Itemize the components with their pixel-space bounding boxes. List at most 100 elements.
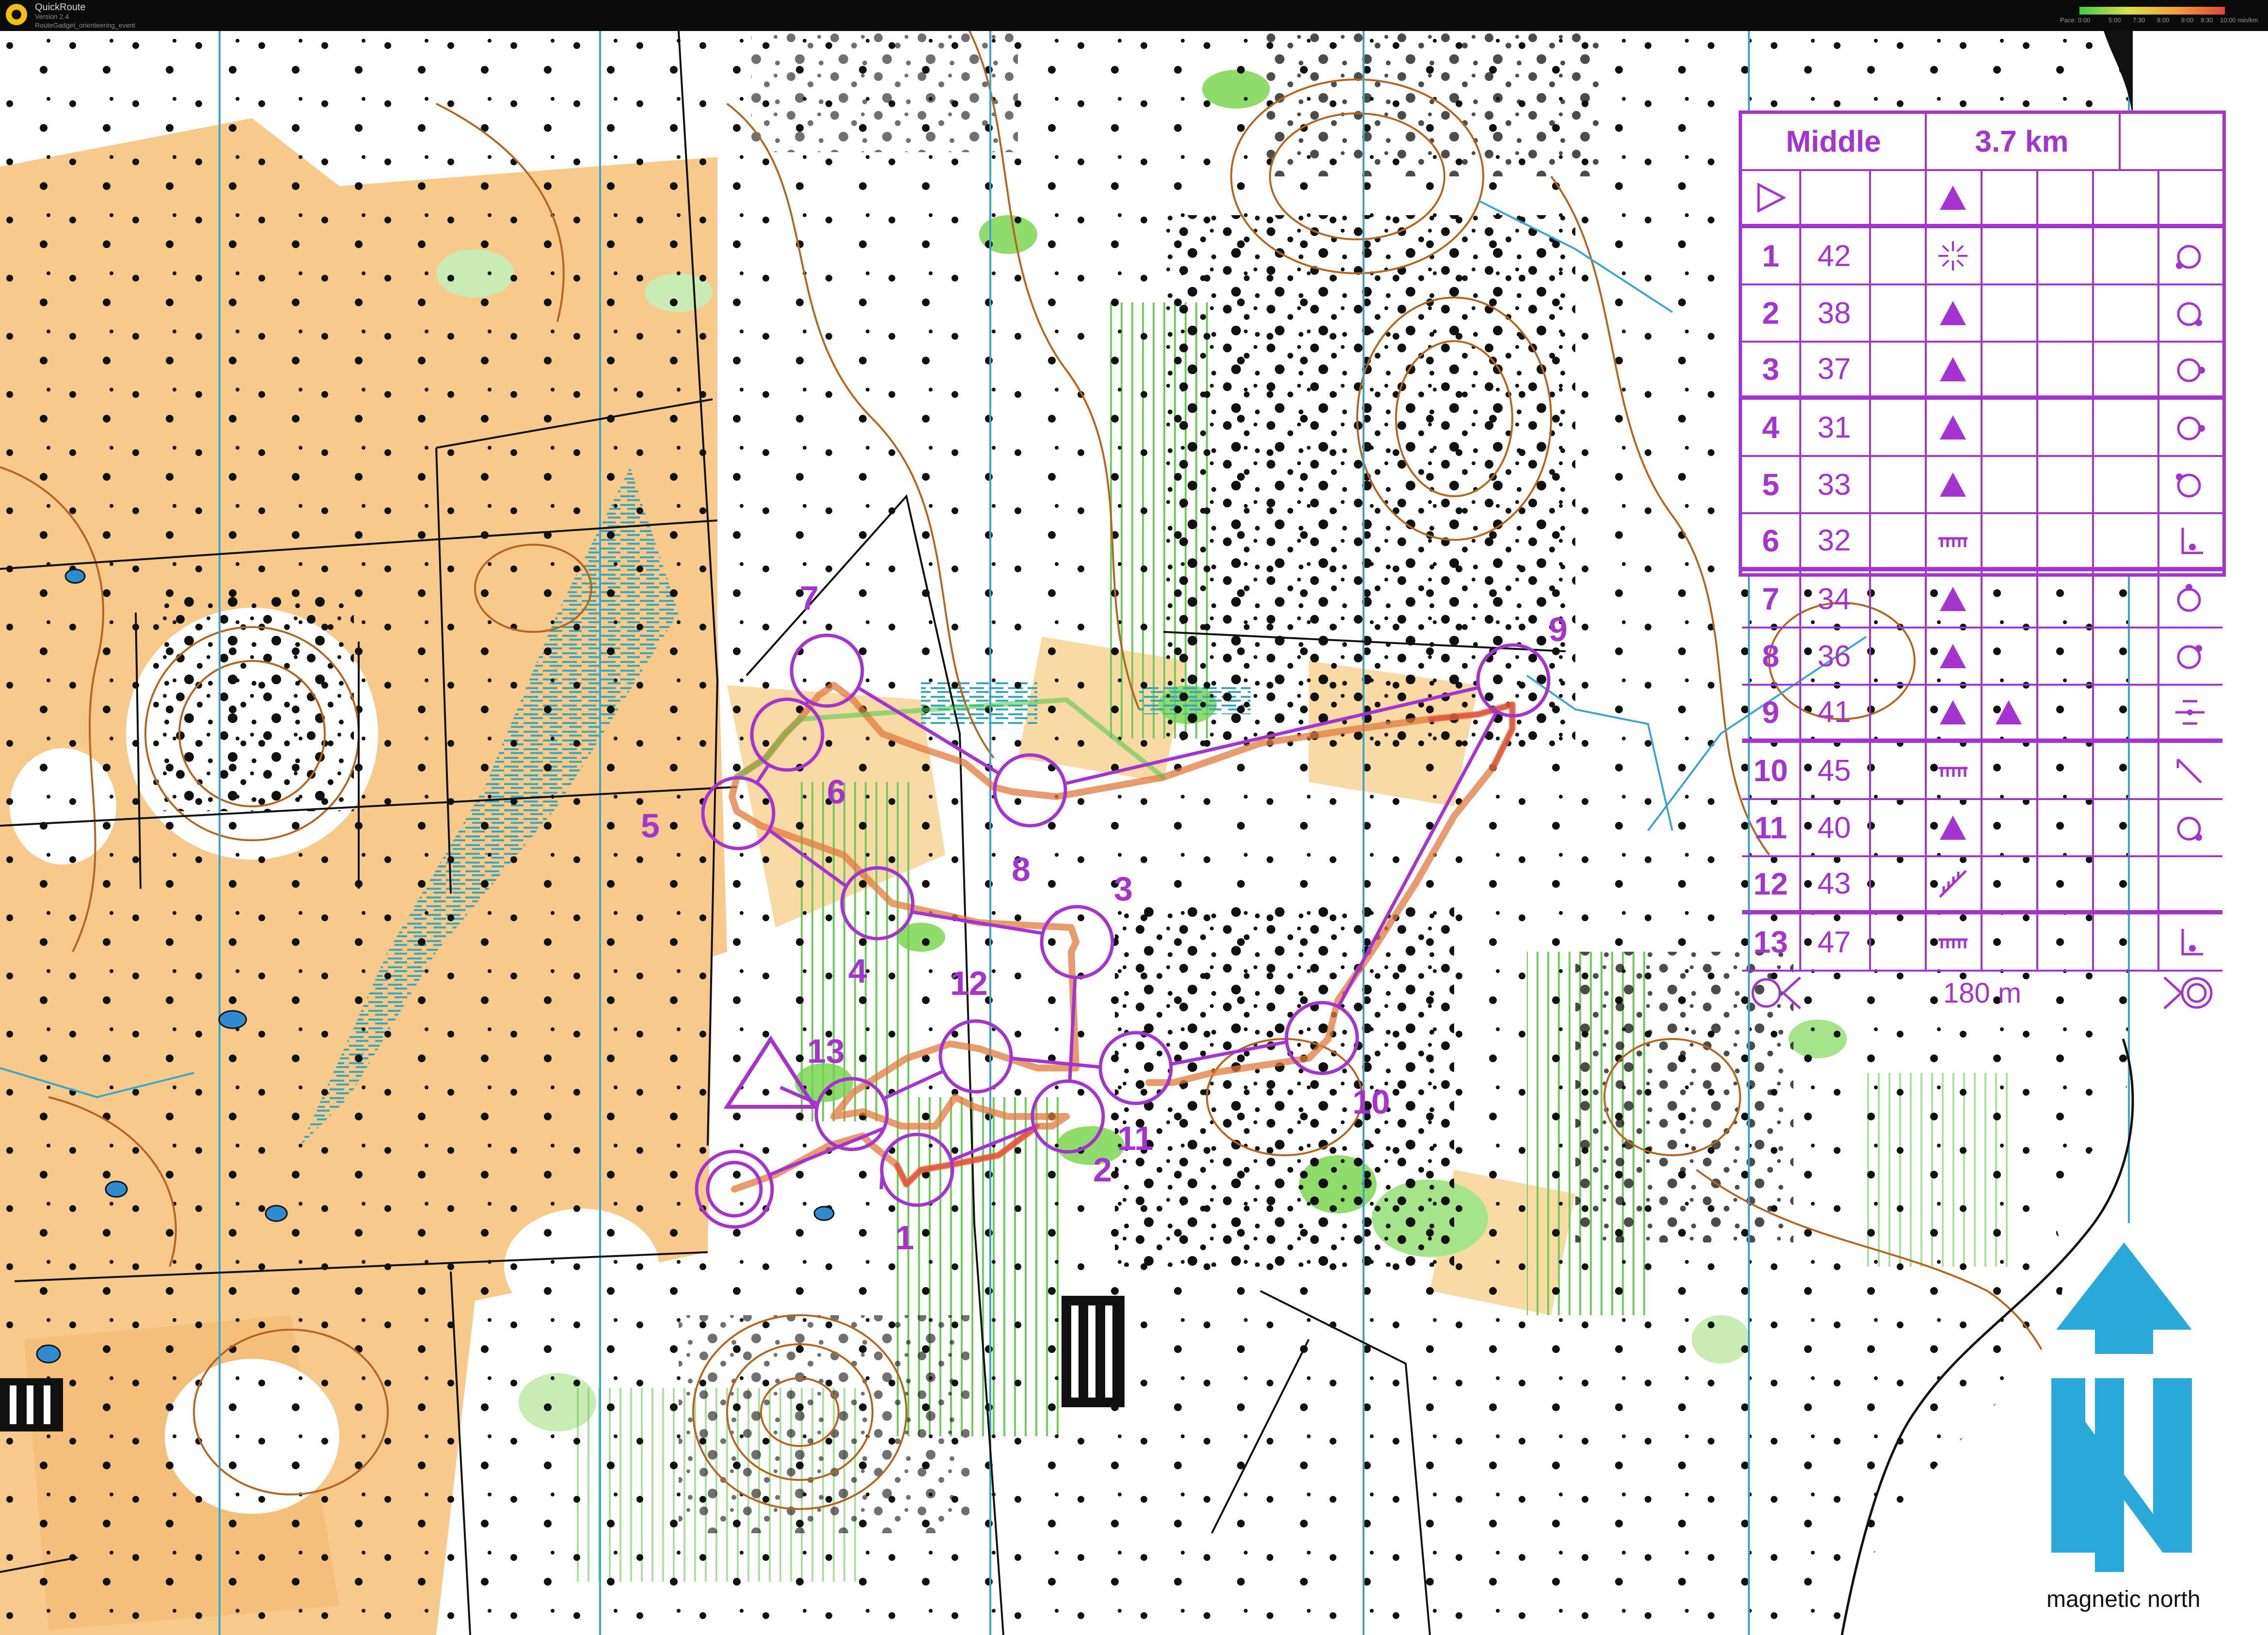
control-number: 2 xyxy=(1762,296,1779,330)
grid-line xyxy=(2092,914,2094,970)
grid-line xyxy=(1799,514,1801,567)
grid-line xyxy=(1925,800,1927,855)
grid-line xyxy=(2036,743,2038,798)
grid-line xyxy=(2036,228,2038,283)
grid-line xyxy=(2036,171,2038,224)
grid-line xyxy=(2036,457,2038,512)
grid-line xyxy=(1925,629,1927,684)
grid-line xyxy=(2092,343,2094,395)
grid-line xyxy=(1981,857,1983,910)
control-code: 42 xyxy=(1817,239,1851,273)
boulder-icon xyxy=(1925,457,1981,512)
control-label-9: 9 xyxy=(1549,611,1568,648)
grid-line xyxy=(1799,571,1801,627)
control-code: 36 xyxy=(1817,639,1851,673)
grid-line xyxy=(1925,457,1927,512)
app-name: QuickRoute xyxy=(35,2,86,13)
control-row-1: 1 42 xyxy=(1742,228,2222,285)
control-description-sheet: Middle 3.7 km 1 42 2 38 3 37 4 31 5 33 6 32 7 34 8 36 9 41 1… xyxy=(1739,110,2226,1009)
grid-line xyxy=(2036,800,2038,855)
grid-line xyxy=(2157,800,2159,855)
slope-icon xyxy=(1925,857,1981,910)
cliff-icon xyxy=(1925,914,1981,970)
boulder-ne-icon xyxy=(2157,629,2222,684)
control-row-4: 4 31 xyxy=(1742,400,2222,457)
control-number: 3 xyxy=(1762,351,1779,387)
grid-line xyxy=(2092,285,2094,341)
boulder-icon xyxy=(1925,343,1981,395)
grid-line xyxy=(1981,686,1983,739)
orienteering-map[interactable]: 1 2 3 4 5 6 7 8 9 10 11 12 13 Middle 3.7 … xyxy=(0,31,2268,1635)
control-number: 11 xyxy=(1754,810,1787,845)
grid-line xyxy=(1925,400,1927,455)
grid-line xyxy=(2092,629,2094,684)
control-number: 4 xyxy=(1762,410,1779,445)
grid-line xyxy=(2092,228,2094,283)
boulder-icon xyxy=(1925,629,1981,684)
control-label-4: 4 xyxy=(848,952,867,990)
north-arrow-icon xyxy=(2051,1242,2192,1572)
grid-line xyxy=(1925,686,1927,739)
grid-line xyxy=(2157,743,2159,798)
grid-line xyxy=(1799,629,1801,684)
boulder-se-icon xyxy=(2157,800,2222,855)
grid-line xyxy=(2157,857,2159,910)
grid-line xyxy=(2157,571,2159,627)
control-label-1: 1 xyxy=(895,1219,914,1257)
grid-line xyxy=(2157,400,2159,455)
control-code: 45 xyxy=(1817,754,1851,787)
grid-line xyxy=(2157,629,2159,684)
boulder-nw-icon xyxy=(2157,457,2222,512)
grid-line xyxy=(1869,228,1871,283)
control-code: 32 xyxy=(1817,524,1851,557)
grid-line xyxy=(2036,914,2038,970)
boulder-icon-start xyxy=(1925,171,1981,224)
boulder-icon xyxy=(1925,571,1981,627)
control-row-13: 13 47 xyxy=(1742,914,2222,972)
control-row-9: 9 41 xyxy=(1742,686,2222,743)
grid-line xyxy=(1869,514,1871,567)
grid-line xyxy=(1981,400,1983,455)
grid-line xyxy=(1799,457,1801,512)
corner-icon xyxy=(2157,743,2222,798)
control-label-10: 10 xyxy=(1352,1083,1390,1121)
control-code: 41 xyxy=(1817,695,1851,729)
grid-line xyxy=(1869,571,1871,627)
grid-line xyxy=(2157,914,2159,970)
app-path: RouteGadget_orienteering_event xyxy=(35,21,136,29)
boulder-field-icon xyxy=(1925,228,1981,283)
grid-line xyxy=(1869,914,1871,970)
quickroute-icon xyxy=(6,4,27,25)
title-bar: QuickRoute Version 2.4 RouteGadget_orien… xyxy=(0,0,2268,31)
grid-line xyxy=(1799,228,1801,283)
control-number: 7 xyxy=(1762,582,1779,616)
control-label-12: 12 xyxy=(950,964,988,1002)
grid-line xyxy=(2157,514,2159,567)
control-row-10: 10 45 xyxy=(1742,743,2222,800)
grid-line xyxy=(2119,114,2121,169)
grid-line xyxy=(2157,228,2159,283)
foot-icon xyxy=(2157,914,2222,970)
grid-line xyxy=(2036,686,2038,739)
grid-line xyxy=(1799,857,1801,910)
control-code: 40 xyxy=(1817,811,1851,845)
grid-line xyxy=(1869,686,1871,739)
control-row-7: 7 34 xyxy=(1742,571,2222,629)
grid-line xyxy=(1981,514,1983,567)
control-row-12: 12 43 xyxy=(1742,857,2222,914)
grid-line xyxy=(1799,914,1801,970)
north-caption: magnetic north xyxy=(2046,1587,2201,1612)
course-leg xyxy=(879,1174,884,1190)
start-icon xyxy=(1742,171,1799,224)
boulder-se-icon xyxy=(2157,285,2222,341)
boulder-icon xyxy=(1925,686,1981,739)
control-code: 47 xyxy=(1817,925,1851,959)
grid-line xyxy=(1925,114,1927,169)
grid-line xyxy=(1869,285,1871,341)
grid-line xyxy=(2036,629,2038,684)
grid-line xyxy=(1799,171,1801,224)
control-label-5: 5 xyxy=(641,807,660,845)
control-code: 33 xyxy=(1817,468,1851,502)
finish-icon xyxy=(2155,972,2222,1014)
grid-line xyxy=(1925,857,1927,910)
